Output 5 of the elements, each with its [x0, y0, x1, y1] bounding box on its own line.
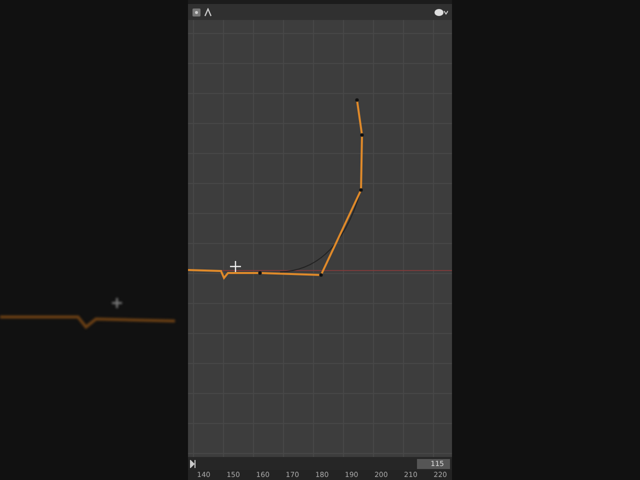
curve-icon[interactable]: [204, 8, 212, 16]
crosshair-cursor-icon: [230, 261, 241, 272]
jump-icon[interactable]: [190, 460, 196, 468]
overlay-icon[interactable]: [434, 8, 448, 16]
editor-type-icon[interactable]: [192, 8, 201, 16]
